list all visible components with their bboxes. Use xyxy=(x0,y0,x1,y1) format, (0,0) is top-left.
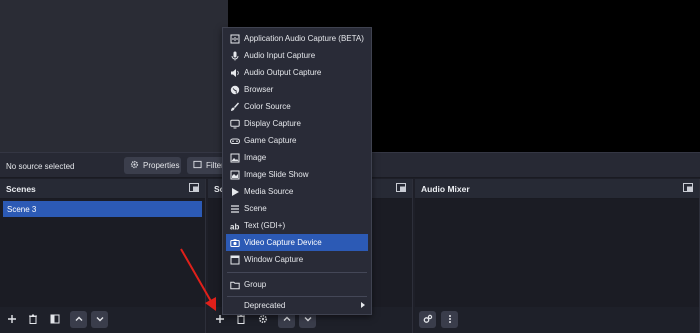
menu-item-group[interactable]: Group xyxy=(226,276,368,293)
image-icon xyxy=(230,153,240,163)
slideshow-icon xyxy=(230,170,240,180)
menu-item-color-source[interactable]: Color Source xyxy=(226,98,368,115)
chevron-up-icon xyxy=(282,314,292,326)
menu-item-game-capture[interactable]: Game Capture xyxy=(226,132,368,149)
menu-item-text-gdi[interactable]: ab Text (GDI+) xyxy=(226,217,368,234)
gear-icon xyxy=(258,314,268,326)
undock-icon[interactable] xyxy=(683,183,693,194)
menu-item-label: Deprecated xyxy=(244,301,286,310)
plus-icon xyxy=(7,314,17,326)
chevron-down-icon xyxy=(303,314,313,326)
globe-icon xyxy=(230,85,240,95)
menu-item-label: Color Source xyxy=(244,102,291,111)
properties-button[interactable]: Properties xyxy=(124,157,181,174)
gears-icon xyxy=(423,314,433,326)
annotation-arrow xyxy=(180,248,216,311)
menu-item-application-audio-capture[interactable]: Application Audio Capture (BETA) xyxy=(226,30,368,47)
menu-item-media-source[interactable]: Media Source xyxy=(226,183,368,200)
menu-item-label: Application Audio Capture (BETA) xyxy=(244,34,364,43)
submenu-arrow-icon xyxy=(361,302,365,308)
microphone-icon xyxy=(230,51,240,61)
advanced-audio-button[interactable] xyxy=(419,311,436,328)
move-scene-down-button[interactable] xyxy=(91,311,108,328)
undock-icon[interactable] xyxy=(189,183,199,194)
gear-icon xyxy=(130,160,139,171)
menu-item-label: Display Capture xyxy=(244,119,301,128)
remove-scene-button[interactable] xyxy=(24,311,41,328)
menu-item-scene[interactable]: Scene xyxy=(226,200,368,217)
add-source-menu: Application Audio Capture (BETA) Audio I… xyxy=(222,27,372,315)
menu-item-label: Game Capture xyxy=(244,136,297,145)
menu-item-label: Group xyxy=(244,280,267,289)
filter-icon xyxy=(193,160,202,171)
menu-item-label: Video Capture Device xyxy=(244,238,322,247)
scene-item[interactable]: Scene 3 xyxy=(3,201,202,217)
text-icon: ab xyxy=(230,221,240,231)
audio-mixer-header: Audio Mixer xyxy=(415,179,699,199)
filter-icon xyxy=(50,314,60,326)
menu-separator xyxy=(227,272,367,273)
menu-item-label: Text (GDI+) xyxy=(244,221,286,230)
paintbrush-icon xyxy=(230,102,240,112)
svg-text:ab: ab xyxy=(230,222,239,231)
scene-filters-button[interactable] xyxy=(46,311,63,328)
menu-item-display-capture[interactable]: Display Capture xyxy=(226,115,368,132)
menu-item-deprecated[interactable]: Deprecated xyxy=(226,297,368,314)
menu-item-video-capture-device[interactable]: Video Capture Device xyxy=(226,234,368,251)
menu-item-window-capture[interactable]: Window Capture xyxy=(226,251,368,268)
folder-icon xyxy=(230,280,240,290)
scenes-title: Scenes xyxy=(6,183,36,194)
list-icon xyxy=(230,204,240,214)
play-icon xyxy=(230,187,240,197)
menu-item-label: Browser xyxy=(244,85,274,94)
speaker-icon xyxy=(230,68,240,78)
plus-icon xyxy=(215,314,225,326)
menu-item-label: Audio Output Capture xyxy=(244,68,322,77)
menu-item-label: Audio Input Capture xyxy=(244,51,316,60)
audio-mixer-title: Audio Mixer xyxy=(421,183,470,194)
camera-icon xyxy=(230,238,240,248)
audio-mixer-toolbar xyxy=(415,307,699,333)
no-source-label: No source selected xyxy=(6,162,75,171)
mixer-menu-button[interactable] xyxy=(441,311,458,328)
monitor-icon xyxy=(230,119,240,129)
move-scene-up-button[interactable] xyxy=(70,311,87,328)
window-icon xyxy=(230,255,240,265)
menu-item-label: Media Source xyxy=(244,187,294,196)
menu-item-label: Window Capture xyxy=(244,255,304,264)
add-scene-button[interactable] xyxy=(3,311,20,328)
menu-item-label: Scene xyxy=(244,204,267,213)
menu-item-audio-input-capture[interactable]: Audio Input Capture xyxy=(226,47,368,64)
audio-mixer-dock: Audio Mixer xyxy=(415,179,700,333)
undock-icon[interactable] xyxy=(396,183,406,194)
menu-item-label: Image Slide Show xyxy=(244,170,309,179)
menu-item-image[interactable]: Image xyxy=(226,149,368,166)
kebab-menu-icon xyxy=(445,314,455,326)
chevron-up-icon xyxy=(74,314,84,326)
properties-label: Properties xyxy=(143,161,180,170)
menu-item-image-slide-show[interactable]: Image Slide Show xyxy=(226,166,368,183)
scenes-dock-header: Scenes xyxy=(0,179,205,199)
menu-item-label: Image xyxy=(244,153,267,162)
preview-canvas xyxy=(0,0,228,152)
menu-item-browser[interactable]: Browser xyxy=(226,81,368,98)
blank-icon xyxy=(230,301,240,311)
gamepad-icon xyxy=(230,136,240,146)
trash-icon xyxy=(28,314,38,326)
menu-item-audio-output-capture[interactable]: Audio Output Capture xyxy=(226,64,368,81)
app-audio-icon xyxy=(230,34,240,44)
trash-icon xyxy=(236,314,246,326)
chevron-down-icon xyxy=(95,314,105,326)
